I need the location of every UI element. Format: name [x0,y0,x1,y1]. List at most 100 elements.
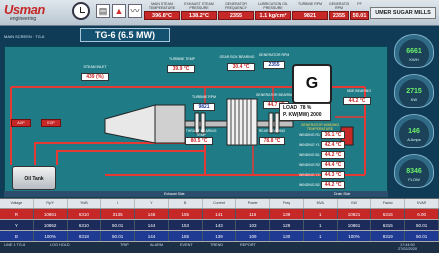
winding-r2-value: 44.4 °C [321,161,345,169]
brand-name: Usman [4,2,45,17]
table-cell: 10861 [338,220,372,230]
table-cell: 6315 [371,220,406,230]
table-cell: 100% [34,231,68,241]
gearbox-temp-value: 30.4 °C [227,63,255,71]
table-cell: 1 [304,231,338,241]
turbine-rpm-value: 9821 [193,103,215,111]
eop-pump[interactable]: EOP [41,119,61,127]
table-cell: 10821 [338,209,372,219]
mill-name: UMER SUGAR MILLS [370,7,436,19]
status-report[interactable]: REPORT [240,243,256,248]
status-trend[interactable]: TREND [210,243,223,248]
aop-pump[interactable]: AOP [11,119,31,127]
power-value: 2000 [310,112,322,118]
turbine-temp-label: TURBINE TEMP [169,57,195,61]
generator-load-box: LOAD 78 % P. KW(MW) 2000 [279,103,331,121]
kpi-turbine-rpm: TURBINE RPM 9821 [292,2,328,24]
status-log[interactable]: LOG HOLD [50,243,70,248]
oil-tank: Oil Tank [12,166,56,190]
table-cell: 6315 [371,209,406,219]
table-cell: 103 [236,220,271,230]
table-cell: 8318 [68,231,102,241]
rear-bearing-value: 78.8 °C [259,137,285,145]
table-cell: 100% [338,231,372,241]
table-cell: 139 [270,209,304,219]
document-icon[interactable]: ▤ [96,4,110,18]
winding-r1-label: WINDING R1 [299,133,320,137]
gen-rpm-value: 2355 [263,61,285,69]
table-header: Voltage Ry/Y Yb/B I Y B Current Power Fr… [0,199,439,209]
winding-y1-value: 42.4 °C [321,141,345,149]
table-cell: 155 [169,209,203,219]
brand-tagline: engineering [10,16,37,22]
clock-icon[interactable] [72,2,90,20]
status-alarm[interactable]: ALARM [150,243,163,248]
gauge-kwh: 6661 KWH [394,34,434,68]
status-date: 27/02/2020 [398,247,418,251]
page-title: TG-6 (6.5 MW) [80,28,170,42]
winding-b1-label: WINDING B1 [299,153,320,157]
top-toolbar: Usman engineering ▤ ▲ 〰 MAIN STEAM TEMPE… [0,0,439,26]
table-cell: 6.00 [405,209,439,219]
status-event[interactable]: EVENT [180,243,193,248]
table-cell: 139 [203,231,237,241]
table-cell: B [0,231,34,241]
steam-inlet-label: STEAM INLET [83,65,107,69]
table-cell: 115 [236,209,271,219]
gen-bearing-label: GENERATOR BEARING [255,93,295,97]
winding-y1-label: WINDING Y1 [299,143,320,147]
kpi-lube-oil: LUBRICATION OIL PRESSURE 1.1 kg/cm² [255,2,291,24]
winding-y2-value: 44.3 °C [321,171,345,179]
table-cell: 6310 [68,220,102,230]
gauge-flow: 8346 FLOW [394,154,434,188]
table-cell: 1 [304,209,338,219]
table-cell: 153 [169,220,203,230]
table-cell: R [0,209,34,219]
table-cell: 50.01 [405,231,439,241]
winding-b2-label: WINDING B2 [299,183,320,187]
table-cell: 6310 [68,209,102,219]
trend-icon[interactable]: 〰 [128,4,142,18]
winding-b1-value: 44.2 °C [321,151,345,159]
table-cell: Y [0,220,34,230]
kpi-main-steam: MAIN STEAM TEMPERATURE 396.8°C [144,2,180,24]
table-cell: 50.01 [405,220,439,230]
table-row: R 10861 6310 3135 146 155 141 115 139 1 10821 6315 6… [0,209,439,220]
status-bar: LINE 1 TG-6 LOG HOLD TRIP ALARM EVENT TR… [0,242,439,253]
nde-bearing-value: 44.2 °C [343,97,371,105]
table-cell: 8319 [371,231,406,241]
table-cell: 50.01 [101,220,136,230]
winding-y2-label: WINDING Y2 [299,173,320,177]
gen-rpm-label: GENERATOR RPM [258,53,290,57]
table-cell: 10861 [34,209,68,219]
electrical-table: Voltage Ry/Y Yb/B I Y B Current Power Fr… [0,198,439,242]
load-value: 78 % [299,105,312,111]
table-cell: 141 [203,209,237,219]
load-label: LOAD [283,105,298,111]
table-cell: 10862 [34,220,68,230]
table-cell: 129 [270,220,304,230]
winding-r2-label: WINDING R2 [299,163,320,167]
steam-inlet-value: 439 (%) [81,73,109,81]
table-cell: 155 [169,231,203,241]
table-cell: 144 [135,220,169,230]
kpi-pf: PF 50.01 [350,2,369,24]
table-cell: 146 [135,209,169,219]
breadcrumb: MAIN SCREEN · TG-6 [4,34,45,39]
table-cell: 1 [304,220,338,230]
winding-r1-value: 36.1 °C [321,131,345,139]
table-cell: 109 [236,231,271,241]
winding-title: GENERATOR WINDING TEMPERATURE [300,123,340,131]
kpi-gen-rpm: GENERATOR RPM 2355 [329,2,349,20]
thrust-bearing-label: THRUST BEARING TEMP [185,129,217,137]
drain-side-label: Drain Side [334,192,351,196]
table-cell: 143 [203,220,237,230]
generator-symbol: G [292,64,332,104]
alarm-icon[interactable]: ▲ [112,4,126,18]
kpi-frequency: GENERATOR FREQUENCY 2355 [218,2,254,24]
table-cell: 144 [135,231,169,241]
status-trip[interactable]: TRIP [120,243,129,248]
nde-bearing-label: NDE BEARING [346,89,372,93]
winding-b2-value: 44.2 °C [321,181,345,189]
company-logo: Usman engineering [4,2,60,24]
